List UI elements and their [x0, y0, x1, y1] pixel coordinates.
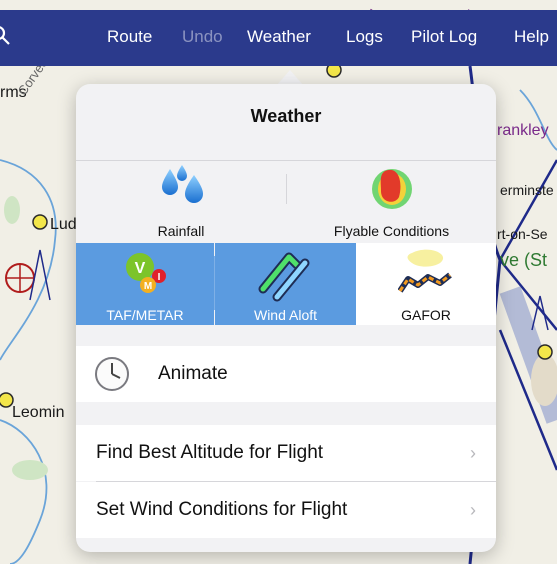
map-label-leominster: Leomin	[12, 404, 65, 421]
taf-metar-tile[interactable]: V I M TAF/METAR	[76, 243, 214, 325]
top-toolbar: Route Undo Weather Logs Pilot Log Help	[0, 10, 557, 66]
clock-icon	[94, 356, 130, 397]
flyable-conditions-label: Flyable Conditions	[333, 223, 450, 239]
help-button[interactable]: Help	[514, 27, 549, 47]
popover-title: Weather	[250, 106, 322, 126]
taf-badge-i: I	[158, 272, 161, 283]
map-label-frankley: rankley	[497, 122, 549, 139]
route-button[interactable]: Route	[107, 27, 152, 47]
gafor-tile[interactable]: GAFOR	[356, 243, 496, 325]
pilot-log-button[interactable]: Pilot Log	[411, 27, 477, 47]
chevron-right-icon: ›	[470, 443, 476, 463]
map-label-grove: ve (St	[500, 250, 548, 270]
gafor-icon	[397, 247, 454, 300]
map-label-stourport: rt-on-Se	[497, 226, 548, 242]
taf-metar-label: TAF/METAR	[106, 307, 184, 323]
chevron-right-icon: ›	[470, 500, 476, 520]
rainfall-tile[interactable]: Rainfall	[76, 161, 286, 243]
flyable-conditions-icon	[369, 161, 415, 214]
wind-aloft-tile[interactable]: Wind Aloft	[215, 243, 356, 325]
gafor-label: GAFOR	[401, 307, 451, 323]
find-best-altitude-label: Find Best Altitude for Flight	[96, 442, 324, 463]
set-wind-conditions-row[interactable]: Set Wind Conditions for Flight ›	[76, 482, 496, 538]
logs-button[interactable]: Logs	[346, 27, 383, 47]
taf-badge-m: M	[144, 281, 152, 292]
wind-aloft-icon	[255, 245, 315, 306]
set-wind-conditions-label: Set Wind Conditions for Flight	[96, 499, 348, 520]
search-icon[interactable]	[0, 25, 12, 52]
taf-metar-icon: V I M	[122, 249, 170, 300]
undo-button[interactable]: Undo	[182, 27, 223, 47]
weather-popover: Weather Rainfall Flyable Conditions V I …	[76, 84, 496, 552]
taf-badge-v: V	[135, 260, 146, 277]
animate-label: Animate	[158, 363, 228, 384]
rainfall-label: Rainfall	[157, 223, 205, 239]
map-label-kidderminster: erminste	[500, 182, 554, 198]
map-label-ludlow: Lud	[50, 216, 77, 233]
find-best-altitude-row[interactable]: Find Best Altitude for Flight ›	[76, 425, 496, 481]
animate-row[interactable]: Animate	[76, 346, 496, 402]
rainfall-icon	[158, 165, 208, 212]
weather-button[interactable]: Weather	[247, 27, 311, 47]
wind-aloft-label: Wind Aloft	[253, 307, 318, 323]
flyable-conditions-tile[interactable]: Flyable Conditions	[287, 161, 496, 243]
